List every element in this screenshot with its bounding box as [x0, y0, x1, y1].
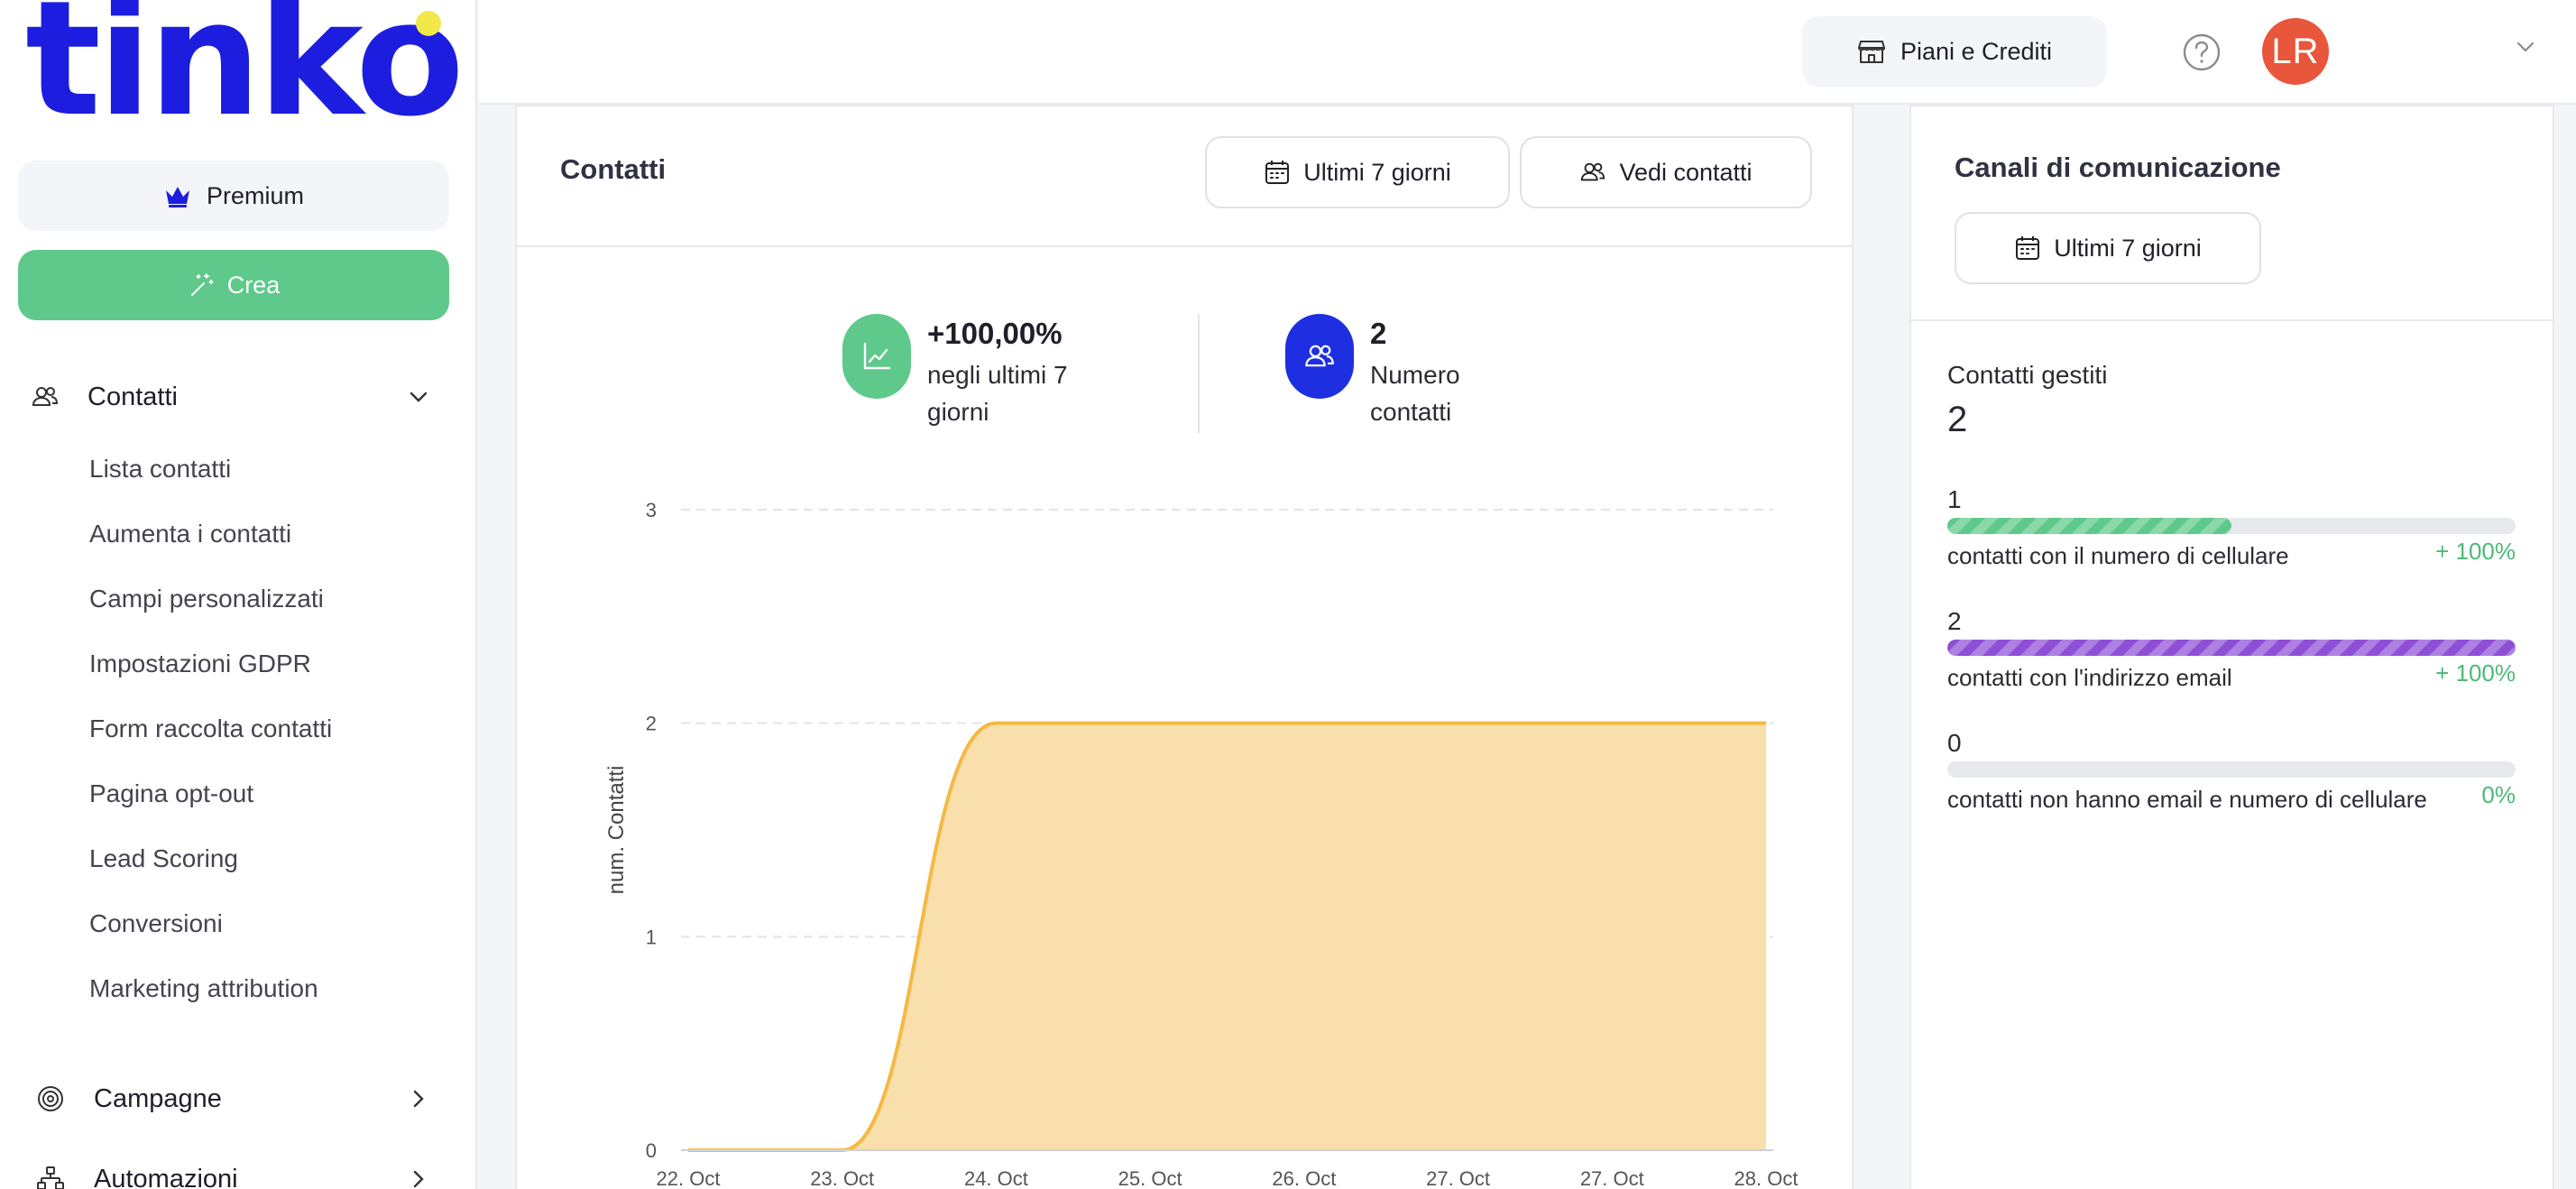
y-tick-label: 2 [646, 713, 657, 735]
logo-dot [416, 11, 441, 36]
sidebar-item-impostazioni-gdpr[interactable]: Impostazioni GDPR [89, 650, 311, 678]
metric-percent: + 100% [2435, 538, 2516, 565]
x-tick-label: 27. Oct [1426, 1167, 1490, 1189]
managed-contacts-value: 2 [1947, 400, 1968, 439]
metric-value: 0 [1947, 729, 1962, 757]
x-tick-label: 25. Oct [1118, 1167, 1182, 1189]
x-tick-label: 24. Oct [964, 1167, 1028, 1189]
sidebar-group-label: Campagne [94, 1083, 222, 1113]
progress-track [1947, 761, 2516, 778]
y-axis-label: num. Contatti [604, 766, 629, 895]
crown-icon [165, 187, 189, 207]
x-tick-label: 22. Oct [657, 1167, 721, 1189]
sidebar-item-conversioni[interactable]: Conversioni [89, 909, 223, 938]
progress-fill [1947, 518, 2231, 534]
premium-label: Premium [206, 181, 304, 209]
metric-email: 2 contatti con l'indirizzo email + 100% [1947, 607, 2516, 715]
sidebar-group-label: Contatti [87, 382, 178, 411]
sidebar-group-automazioni[interactable]: Automazioni [0, 1152, 475, 1189]
sidebar-group-label: Automazioni [94, 1164, 238, 1189]
magic-wand-icon [190, 273, 214, 296]
logo-wordmark: tinko [25, 0, 465, 152]
create-label: Crea [226, 271, 281, 299]
channels-period-label: Ultimi 7 giorni [2054, 234, 2202, 262]
progress-fill [1947, 640, 2516, 656]
y-tick-label: 0 [646, 1139, 657, 1162]
chevron-down-icon[interactable] [405, 383, 432, 410]
metric-mobile: 1 contatti con il numero di cellulare + … [1947, 485, 2516, 594]
sidebar-item-form-raccolta[interactable]: Form raccolta contatti [89, 714, 332, 743]
channels-card: Canali di comunicazione Ultimi 7 giorni … [1909, 105, 2554, 1189]
channels-card-header: Canali di comunicazione Ultimi 7 giorni [1911, 106, 2553, 321]
metric-percent: 0% [2481, 781, 2516, 808]
sidebar-item-aumenta-contatti[interactable]: Aumenta i contatti [89, 520, 291, 548]
target-icon [38, 1086, 63, 1111]
x-tick-label: 27. Oct [1580, 1167, 1644, 1189]
tinko-logo[interactable]: tinko [25, 0, 465, 144]
sidebar-item-lista-contatti[interactable]: Lista contatti [89, 455, 231, 484]
metric-value: 1 [1947, 485, 1962, 513]
contacts-card: Contatti Ultimi 7 giorni Vedi contatti +… [515, 105, 1854, 1189]
store-icon [1857, 41, 1885, 63]
sidebar-group-contatti[interactable]: Contatti [0, 370, 475, 424]
sidebar: tinko Premium Crea Contatti Lista contat… [0, 0, 477, 1189]
metric-label: contatti con il numero di cellulare [1947, 542, 2289, 569]
sidebar-item-lead-scoring[interactable]: Lead Scoring [89, 844, 238, 873]
metric-none: 0 contatti non hanno email e numero di c… [1947, 729, 2516, 837]
x-tick-label: 26. Oct [1272, 1167, 1336, 1189]
x-tick-label: 23. Oct [810, 1167, 874, 1189]
premium-button[interactable]: Premium [18, 161, 449, 231]
metric-percent: + 100% [2435, 659, 2516, 687]
workflow-icon [37, 1166, 64, 1189]
calendar-icon [2016, 236, 2040, 260]
channels-period-button[interactable]: Ultimi 7 giorni [1955, 212, 2261, 284]
channels-card-title: Canali di comunicazione [1955, 152, 2281, 183]
sidebar-item-pagina-opt-out[interactable]: Pagina opt-out [89, 779, 253, 808]
create-button[interactable]: Crea [18, 250, 449, 320]
contacts-area-chart: 0 1 2 3 22. Oct 23. Oct 24. Oct 25. Oct 26. Oct 2… [604, 499, 1799, 1189]
sidebar-group-campagne[interactable]: Campagne [0, 1072, 475, 1126]
managed-contacts-label: Contatti gestiti [1947, 361, 2108, 389]
x-tick-label: 28. Oct [1734, 1167, 1799, 1189]
progress-track [1947, 640, 2516, 656]
sidebar-item-campi-personalizzati[interactable]: Campi personalizzati [89, 585, 324, 613]
chevron-right-icon[interactable] [405, 1166, 432, 1189]
help-icon[interactable] [2182, 32, 2222, 72]
sidebar-item-marketing-attribution[interactable]: Marketing attribution [89, 974, 318, 1003]
users-icon [32, 387, 59, 406]
plans-credits-label: Piani e Crediti [1900, 37, 2053, 65]
y-tick-label: 3 [646, 499, 657, 521]
metric-label: contatti non hanno email e numero di cel… [1947, 786, 2427, 813]
y-tick-label: 1 [646, 926, 657, 948]
user-avatar[interactable]: LR [2262, 18, 2329, 85]
chevron-right-icon[interactable] [405, 1085, 432, 1112]
metric-label: contatti con l'indirizzo email [1947, 664, 2232, 691]
progress-track [1947, 518, 2516, 534]
chevron-down-icon[interactable] [2511, 32, 2540, 61]
plans-credits-button[interactable]: Piani e Crediti [1802, 16, 2107, 87]
metric-value: 2 [1947, 607, 1962, 635]
